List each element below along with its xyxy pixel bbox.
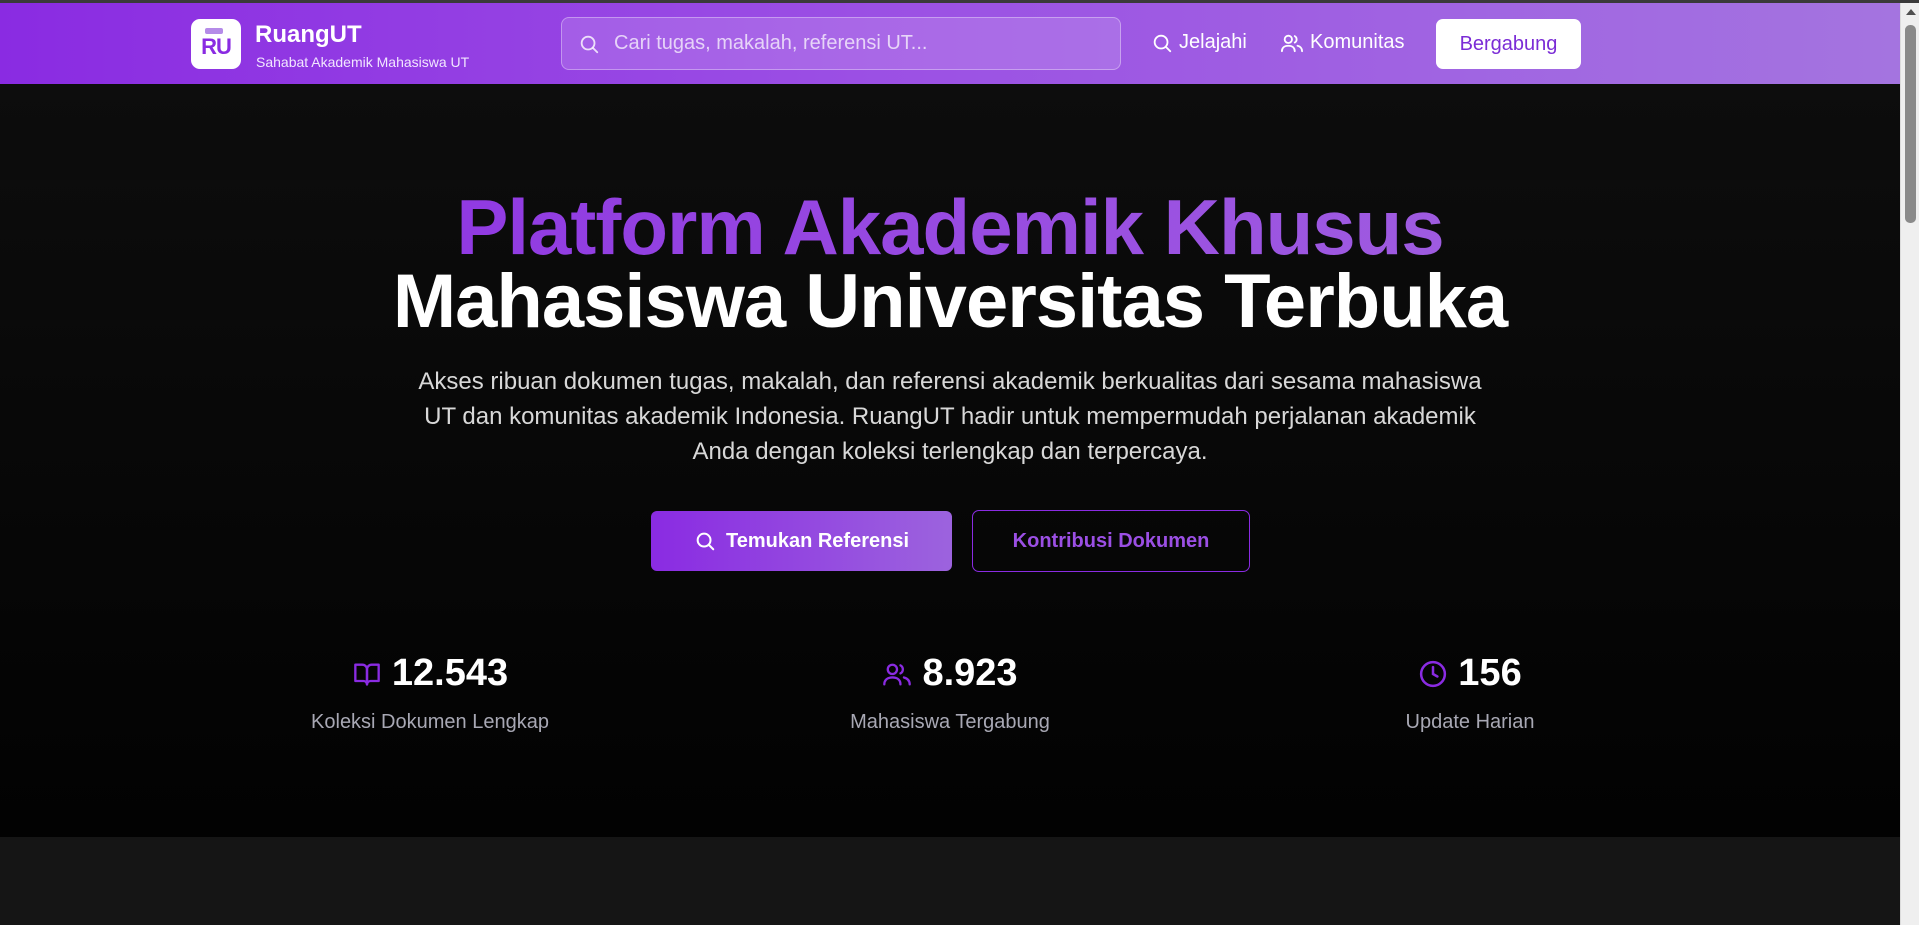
stat-value: 156	[1458, 652, 1522, 694]
find-reference-label: Temukan Referensi	[725, 529, 910, 552]
stat-documents: 12.543 Koleksi Dokumen Lengkap	[230, 652, 630, 734]
logo-text: RU	[201, 34, 232, 59]
book-open-icon	[354, 663, 380, 686]
join-button[interactable]: Bergabung	[1436, 19, 1581, 69]
nav-komunitas[interactable]: Komunitas	[1280, 31, 1405, 54]
search-icon	[696, 532, 715, 551]
stat-value: 12.543	[391, 652, 509, 694]
brand-name[interactable]: RuangUT	[255, 21, 362, 49]
next-section	[0, 837, 1900, 925]
nav-komunitas-label: Komunitas	[1310, 31, 1405, 53]
stat-daily-updates: 156 Update Harian	[1270, 652, 1670, 734]
stat-label: Koleksi Dokumen Lengkap	[311, 711, 549, 733]
users-icon	[883, 663, 912, 686]
users-icon	[1280, 34, 1303, 52]
hero-description: Akses ribuan dokumen tugas, makalah, dan…	[418, 368, 1482, 465]
stat-members: 8.923 Mahasiswa Tergabung	[750, 652, 1150, 734]
graduation-cap-icon	[205, 28, 223, 34]
hero-title-line2: Mahasiswa Universitas Terbuka	[392, 259, 1508, 344]
contribute-document-button[interactable]: Kontribusi Dokumen	[972, 510, 1250, 572]
clock-icon	[1420, 660, 1447, 687]
brand-tagline: Sahabat Akademik Mahasiswa UT	[256, 54, 470, 70]
nav-jelajahi-label: Jelajahi	[1179, 31, 1247, 53]
search-icon	[580, 35, 599, 53]
scrollbar-thumb[interactable]	[1905, 25, 1916, 223]
scroll-up-arrow-icon[interactable]	[1906, 9, 1916, 15]
search-icon	[1153, 34, 1172, 52]
nav-jelajahi[interactable]: Jelajahi	[1151, 31, 1247, 54]
stat-label: Update Harian	[1405, 711, 1535, 733]
site-header: RU RuangUT Sahabat Akademik Mahasiswa UT…	[0, 3, 1900, 84]
hero-section: Platform Akademik Khusus Mahasiswa Unive…	[0, 84, 1900, 837]
find-reference-button[interactable]: Temukan Referensi	[651, 511, 952, 571]
scrollbar[interactable]	[1900, 3, 1919, 925]
search-input[interactable]	[614, 32, 1094, 55]
logo[interactable]: RU	[191, 19, 241, 69]
stat-label: Mahasiswa Tergabung	[850, 711, 1050, 733]
search-bar[interactable]	[561, 17, 1121, 70]
stat-value: 8.923	[922, 652, 1018, 694]
